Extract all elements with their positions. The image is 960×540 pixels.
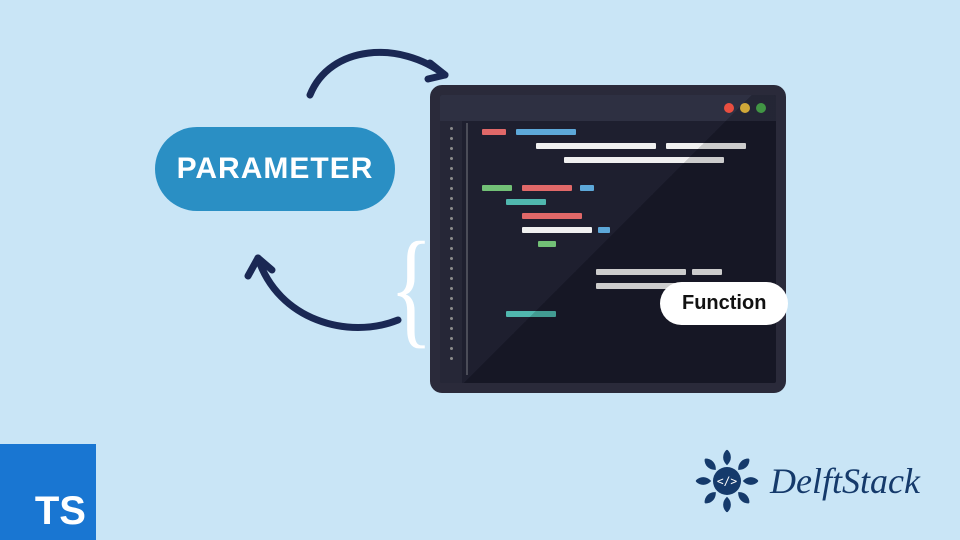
code-segment bbox=[482, 129, 506, 135]
gutter-dot bbox=[450, 167, 453, 170]
gutter-divider bbox=[466, 123, 468, 375]
code-line bbox=[476, 129, 764, 135]
parameter-label: PARAMETER bbox=[177, 152, 374, 186]
code-line bbox=[476, 143, 764, 149]
code-line bbox=[476, 269, 764, 275]
window-titlebar bbox=[440, 95, 776, 121]
parameter-pill: PARAMETER bbox=[155, 127, 395, 211]
code-line bbox=[476, 213, 764, 219]
gutter-dot bbox=[450, 357, 453, 360]
gutter-dot bbox=[450, 197, 453, 200]
gutter-dot bbox=[450, 157, 453, 160]
gutter-dot bbox=[450, 277, 453, 280]
code-segment bbox=[522, 185, 572, 191]
code-segment bbox=[692, 269, 722, 275]
code-segment bbox=[482, 185, 512, 191]
code-line bbox=[476, 171, 764, 177]
gutter-dot bbox=[450, 147, 453, 150]
code-segment bbox=[666, 143, 746, 149]
svg-text:</>: </> bbox=[717, 475, 737, 488]
code-line bbox=[476, 255, 764, 261]
curly-brace: { bbox=[389, 223, 433, 353]
gutter-dot bbox=[450, 267, 453, 270]
gutter-dot bbox=[450, 227, 453, 230]
code-segment bbox=[580, 185, 594, 191]
code-segment bbox=[506, 311, 556, 317]
gutter-dot bbox=[450, 337, 453, 340]
gutter-dot bbox=[450, 287, 453, 290]
minimize-dot-icon bbox=[740, 103, 750, 113]
code-segment bbox=[522, 227, 592, 233]
delftstack-text: DelftStack bbox=[770, 460, 920, 502]
code-line bbox=[476, 199, 764, 205]
code-segment bbox=[564, 157, 724, 163]
delftstack-mark-icon: </> bbox=[692, 446, 762, 516]
delftstack-logo: </> DelftStack bbox=[692, 446, 920, 516]
gutter-dot bbox=[450, 217, 453, 220]
line-gutter bbox=[440, 121, 462, 383]
gutter-dot bbox=[450, 127, 453, 130]
function-label-pill: Function bbox=[660, 282, 788, 325]
close-dot-icon bbox=[724, 103, 734, 113]
gutter-dot bbox=[450, 327, 453, 330]
gutter-dot bbox=[450, 177, 453, 180]
editor-screen bbox=[440, 95, 776, 383]
code-segment bbox=[522, 213, 582, 219]
code-segment bbox=[598, 227, 610, 233]
gutter-dot bbox=[450, 187, 453, 190]
maximize-dot-icon bbox=[756, 103, 766, 113]
gutter-dot bbox=[450, 207, 453, 210]
ts-text: TS bbox=[35, 489, 86, 534]
gutter-dot bbox=[450, 347, 453, 350]
code-area bbox=[476, 129, 764, 375]
code-segment bbox=[536, 143, 656, 149]
code-segment bbox=[506, 199, 546, 205]
gutter-dot bbox=[450, 307, 453, 310]
function-label: Function bbox=[682, 292, 766, 314]
gutter-dot bbox=[450, 257, 453, 260]
gutter-dot bbox=[450, 247, 453, 250]
gutter-dot bbox=[450, 317, 453, 320]
gutter-dot bbox=[450, 297, 453, 300]
code-line bbox=[476, 185, 764, 191]
typescript-badge: TS bbox=[0, 444, 96, 540]
code-segment bbox=[516, 129, 576, 135]
code-line bbox=[476, 227, 764, 233]
code-monitor bbox=[430, 85, 786, 393]
gutter-dot bbox=[450, 237, 453, 240]
gutter-dot bbox=[450, 137, 453, 140]
code-line bbox=[476, 241, 764, 247]
code-line bbox=[476, 157, 764, 163]
code-segment bbox=[596, 269, 686, 275]
code-segment bbox=[538, 241, 556, 247]
